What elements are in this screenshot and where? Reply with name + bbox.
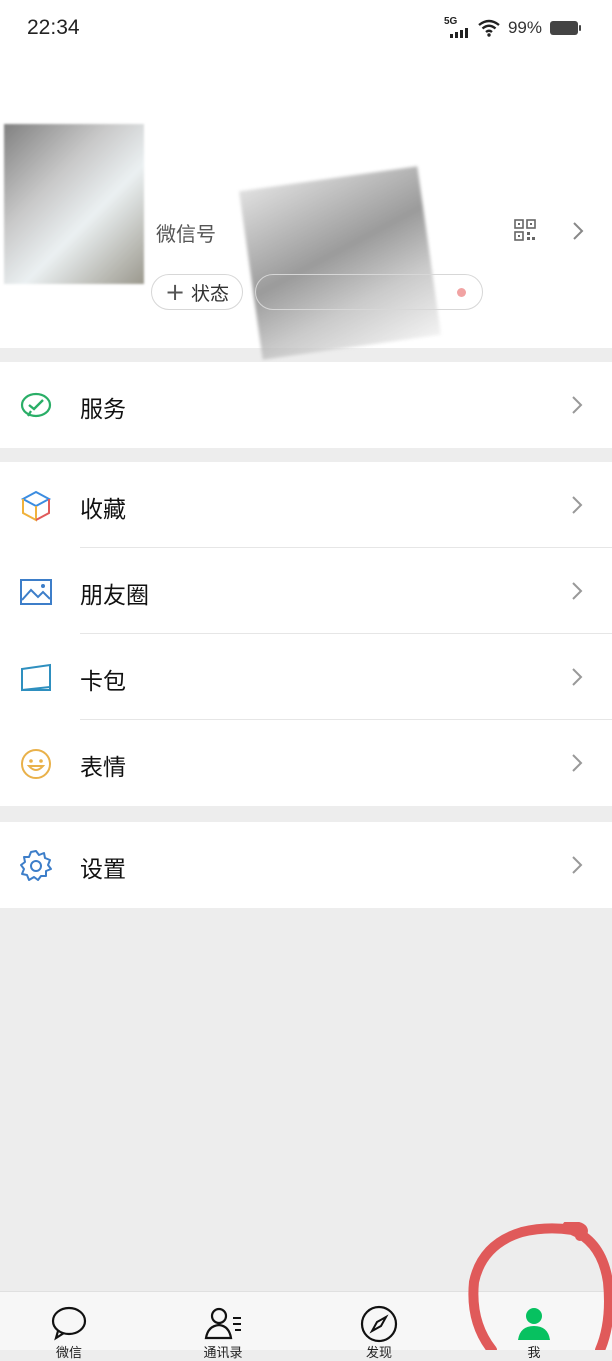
chevron-right-icon [572, 582, 583, 600]
wifi-icon [478, 19, 500, 37]
menu-group-main: 收藏 朋友圈 卡包 表情 [0, 462, 612, 806]
menu-item-settings[interactable]: 设置 [0, 822, 612, 908]
chevron-right-icon [572, 496, 583, 514]
status-bar: 22:34 5G 99% [0, 0, 612, 58]
signal-icon: 5G [443, 16, 470, 38]
chats-icon [51, 1306, 87, 1341]
settings-icon [20, 850, 52, 881]
menu-item-stickers[interactable]: 表情 [0, 720, 612, 806]
qr-code-icon[interactable] [514, 219, 536, 241]
chevron-right-icon [572, 754, 583, 772]
sticker-icon [21, 749, 51, 779]
tab-label: 通讯录 [203, 1346, 243, 1361]
status-dot-icon [457, 288, 466, 297]
menu-group-services: 服务 [0, 362, 612, 448]
menu-item-moments[interactable]: 朋友圈 [0, 548, 612, 634]
add-status-button[interactable]: + 状态 [151, 274, 243, 310]
avatar[interactable] [4, 124, 144, 284]
contacts-icon [204, 1307, 241, 1340]
menu-item-label: 收藏 [80, 497, 126, 523]
menu-item-label: 服务 [80, 397, 126, 423]
menu-item-label: 表情 [80, 755, 126, 781]
menu-item-card-wallet[interactable]: 卡包 [0, 634, 612, 720]
profile-header[interactable]: 微信号 + 状态 [0, 58, 612, 360]
network-type: 5G [443, 16, 458, 27]
card-wallet-icon [21, 663, 51, 692]
moments-icon [20, 579, 52, 605]
annotation-circle [468, 1222, 612, 1350]
discover-icon [360, 1305, 398, 1343]
menu-item-label: 卡包 [80, 669, 126, 695]
menu-item-service[interactable]: 服务 [0, 362, 612, 448]
status-button-label: 状态 [191, 282, 230, 305]
battery-icon [550, 21, 581, 35]
redacted-area [239, 166, 441, 360]
menu-item-label: 朋友圈 [80, 583, 149, 609]
tab-label: 微信 [55, 1346, 82, 1361]
service-icon [20, 392, 52, 418]
menu-item-label: 设置 [80, 857, 126, 883]
wechat-id-label: 微信号 [156, 222, 216, 246]
chevron-right-icon [572, 856, 583, 874]
favorites-icon [20, 490, 52, 522]
chevron-right-icon [572, 668, 583, 686]
status-time: 22:34 [27, 16, 80, 39]
menu-group-settings: 设置 [0, 822, 612, 908]
tab-label: 发现 [365, 1346, 392, 1361]
status-indicators: 5G 99% [443, 16, 581, 38]
friend-status-chip[interactable] [255, 274, 483, 310]
plus-icon: + [164, 278, 186, 306]
chevron-right-icon [572, 396, 583, 414]
chevron-right-icon [573, 222, 584, 240]
battery-percent: 99% [507, 18, 542, 37]
menu-item-favorites[interactable]: 收藏 [0, 462, 612, 548]
